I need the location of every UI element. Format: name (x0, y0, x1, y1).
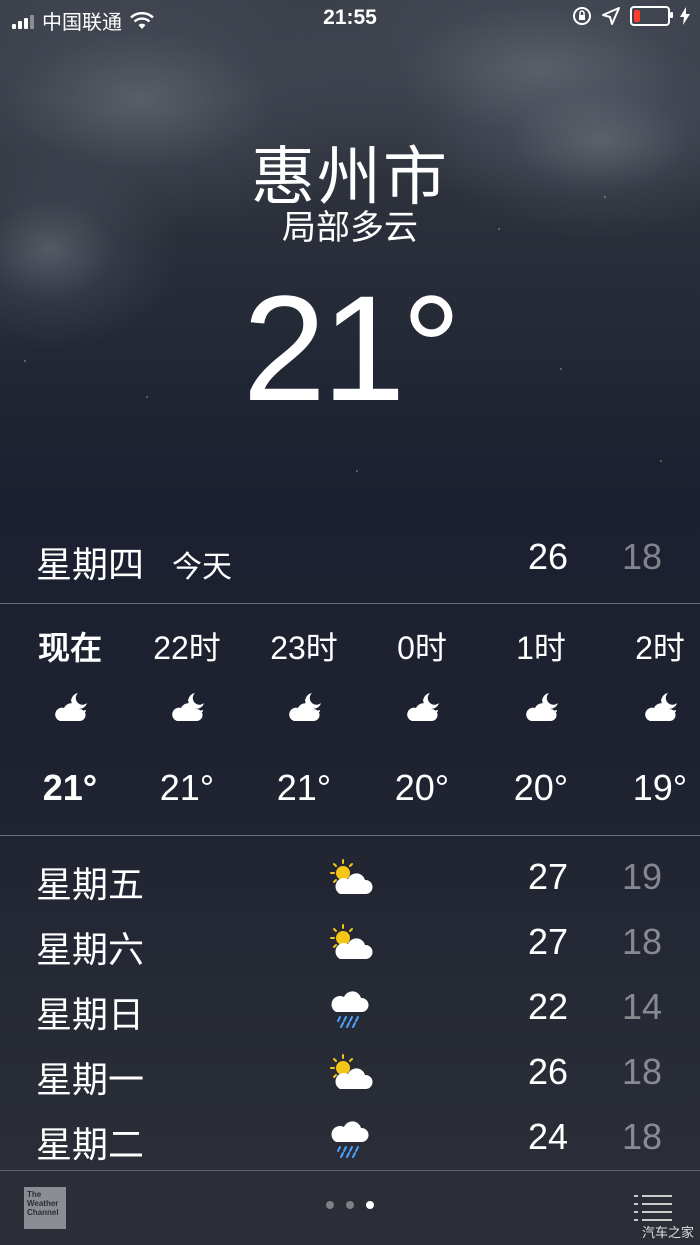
day-name: 星期六 (36, 929, 145, 970)
hourly-item: 0时 20° (362, 605, 482, 835)
divider (0, 835, 700, 836)
today-high: 26 (527, 536, 569, 577)
day-high: 26 (527, 1051, 569, 1092)
day-low: 19 (621, 856, 663, 897)
day-name: 星期二 (36, 1124, 145, 1165)
hourly-item: 1时 20° (481, 605, 601, 835)
hour-label: 1时 (516, 630, 566, 666)
partly-sunny-icon (326, 1053, 374, 1093)
battery-icon (630, 6, 673, 26)
hour-label: 23时 (270, 630, 338, 666)
day-name: 星期一 (36, 1059, 145, 1100)
cloudy-sky-background (0, 0, 700, 520)
hour-temperature: 21° (42, 767, 98, 808)
day-low: 18 (621, 1116, 663, 1157)
location-arrow-icon (602, 7, 620, 25)
hour-label: 0时 (397, 630, 447, 666)
hourly-forecast[interactable]: 现在 21° 22时 21° 23时 21° 0时 20° 1时 20° 2时 … (0, 605, 700, 835)
charging-bolt-icon (680, 7, 690, 25)
partly-cloudy-night-icon (286, 691, 324, 725)
hour-temperature: 21° (159, 767, 215, 808)
partly-sunny-icon (326, 923, 374, 963)
hour-label: 22时 (153, 630, 221, 666)
hourly-item: 23时 21° (244, 605, 364, 835)
today-low: 18 (621, 536, 663, 577)
watermark: 汽车之家 (641, 1225, 694, 1240)
hour-label: 2时 (635, 630, 685, 666)
page-dot[interactable] (346, 1201, 354, 1209)
bottom-toolbar: The Weather Channel 汽车之家 (0, 1170, 700, 1245)
hour-temperature: 20° (394, 767, 450, 808)
city-list-icon[interactable] (634, 1193, 672, 1223)
hour-temperature: 20° (513, 767, 569, 808)
day-name: 星期日 (36, 994, 145, 1035)
day-high: 27 (527, 856, 569, 897)
hourly-item: 现在 21° (10, 605, 130, 835)
day-low: 18 (621, 1051, 663, 1092)
daily-row: 星期六 27 18 (0, 911, 700, 975)
daily-row: 星期二 24 18 (0, 1106, 700, 1170)
daily-row: 星期日 22 14 (0, 976, 700, 1040)
today-summary-row: 星期四 今天 26 18 (0, 528, 700, 602)
page-indicator[interactable] (0, 1201, 700, 1209)
hourly-item: 22时 21° (127, 605, 247, 835)
weather-condition: 局部多云 (282, 209, 418, 247)
daily-row: 星期一 26 18 (0, 1041, 700, 1105)
partly-sunny-icon (326, 858, 374, 898)
partly-cloudy-night-icon (52, 691, 90, 725)
today-day: 星期四 (36, 544, 145, 585)
day-low: 18 (621, 921, 663, 962)
rain-icon (326, 1118, 374, 1158)
day-name: 星期五 (36, 864, 145, 905)
hour-temperature: 19° (632, 767, 688, 808)
day-high: 27 (527, 921, 569, 962)
status-bar: 中国联通 21:55 (0, 0, 700, 36)
divider (0, 603, 700, 604)
hour-label: 现在 (37, 630, 102, 666)
orientation-lock-icon (573, 7, 591, 25)
rain-icon (326, 988, 374, 1028)
page-dot[interactable] (326, 1201, 334, 1209)
partly-cloudy-night-icon (404, 691, 442, 725)
partly-cloudy-night-icon (642, 691, 680, 725)
partly-cloudy-night-icon (523, 691, 561, 725)
today-label: 今天 (172, 551, 232, 584)
day-high: 22 (527, 986, 569, 1027)
page-dot-active[interactable] (366, 1201, 374, 1209)
hour-temperature: 21° (276, 767, 332, 808)
day-high: 24 (527, 1116, 569, 1157)
daily-row: 星期五 27 19 (0, 846, 700, 910)
current-temperature: 21° (242, 264, 462, 432)
day-low: 14 (621, 986, 663, 1027)
partly-cloudy-night-icon (169, 691, 207, 725)
hourly-item: 2时 19° (600, 605, 700, 835)
